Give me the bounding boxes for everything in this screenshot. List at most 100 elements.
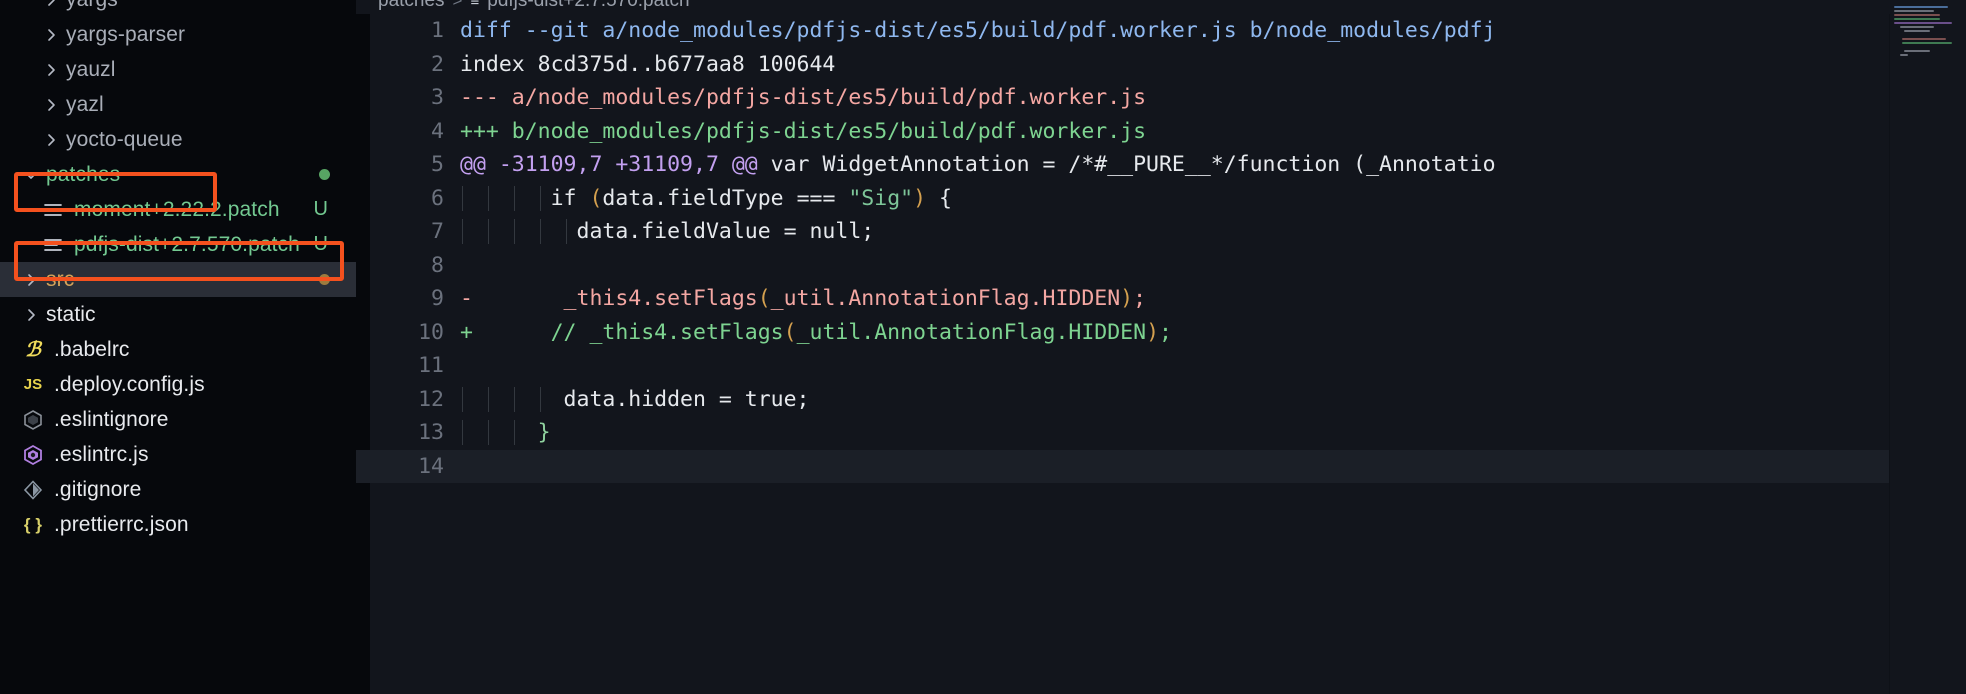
tree-item-yargs-parser[interactable]: yargs-parser xyxy=(0,17,356,52)
code-line-content[interactable]: data.fieldValue = null; xyxy=(460,219,1966,245)
code-text: data.hidden = true; xyxy=(460,387,810,412)
chevron-right-icon[interactable] xyxy=(40,24,62,46)
code-line[interactable]: 10 + // _this4.setFlags(_util.AnnotationF… xyxy=(356,316,1966,350)
code-token: data.fieldValue = null; xyxy=(460,219,875,245)
line-number: 4 xyxy=(431,118,444,144)
tree-item--eslintrc-js[interactable]: .eslintrc.js xyxy=(0,437,356,472)
tree-item-pdfjs-dist-2-7-570-patch[interactable]: pdfjs-dist+2.7.570.patch U xyxy=(0,227,356,262)
git-status-badge: U xyxy=(313,233,328,255)
code-token: _this4.setFlags xyxy=(460,286,758,312)
tree-item-moment-2-22-2-patch[interactable]: moment+2.22.2.patch U xyxy=(0,192,356,227)
minimap[interactable] xyxy=(1890,0,1966,694)
tree-item-label: .deploy.config.js xyxy=(54,372,205,396)
minimap-line xyxy=(1900,54,1908,56)
code-token: "Sig" xyxy=(848,185,914,211)
minimap-line xyxy=(1904,50,1930,52)
code-line-content[interactable]: @@ -31109,7 +31109,7 @@ var WidgetAnnota… xyxy=(460,152,1966,177)
minimap-line xyxy=(1902,38,1946,40)
code-line[interactable]: 8 xyxy=(356,249,1966,283)
line-number: 7 xyxy=(431,219,444,245)
code-line[interactable]: 14 xyxy=(356,449,1966,483)
chevron-right-icon[interactable] xyxy=(40,0,62,11)
code-line[interactable]: 5 @@ -31109,7 +31109,7 @@ var WidgetAnnot… xyxy=(356,148,1966,182)
code-line[interactable]: 2 index 8cd375d..b677aa8 100644 xyxy=(356,48,1966,82)
code-editor-lines[interactable]: 1 diff --git a/node_modules/pdfjs-dist/es… xyxy=(356,14,1966,694)
code-token: data.hidden = true; xyxy=(460,386,810,412)
minimap-line xyxy=(1894,6,1948,8)
code-token: if xyxy=(460,185,590,211)
file-tree[interactable]: yargs yargs-parser yauzl yazl yocto-queue pat… xyxy=(0,0,356,542)
code-line-content[interactable]: + // _this4.setFlags(_util.AnnotationFla… xyxy=(460,320,1966,345)
code-line[interactable]: 4 +++ b/node_modules/pdfjs-dist/es5/build… xyxy=(356,115,1966,149)
tree-item--gitignore[interactable]: .gitignore xyxy=(0,472,356,507)
tree-item-static[interactable]: static xyxy=(0,297,356,332)
minimap-line xyxy=(1900,26,1934,28)
code-text: @@ -31109,7 +31109,7 @@ var WidgetAnnota… xyxy=(460,152,1496,177)
code-line[interactable]: 1 diff --git a/node_modules/pdfjs-dist/es… xyxy=(356,14,1966,48)
tree-item--prettierrc-json[interactable]: { } .prettierrc.json xyxy=(0,507,356,542)
code-line-content[interactable]: --- a/node_modules/pdfjs-dist/es5/build/… xyxy=(460,85,1966,110)
chevron-right-icon[interactable] xyxy=(40,129,62,151)
line-number: 13 xyxy=(418,420,444,446)
line-number: 12 xyxy=(418,386,444,412)
tree-item-src[interactable]: src xyxy=(0,262,356,297)
tree-item-label: yazl xyxy=(66,92,104,116)
chevron-right-icon[interactable] xyxy=(40,94,62,116)
minimap-line xyxy=(1902,42,1952,44)
code-token: ; xyxy=(1159,319,1172,345)
tree-item-label: static xyxy=(46,302,96,326)
chevron-right-icon[interactable] xyxy=(40,59,62,81)
tree-item-yargs[interactable]: yargs xyxy=(0,0,356,17)
minimap-line xyxy=(1894,14,1940,16)
file-explorer-sidebar[interactable]: yargs yargs-parser yauzl yazl yocto-queue pat… xyxy=(0,0,356,694)
code-line-content[interactable]: data.hidden = true; xyxy=(460,386,1966,412)
tree-item-label: yauzl xyxy=(66,57,116,81)
code-line[interactable]: 9 - _this4.setFlags(_util.AnnotationFlag.… xyxy=(356,282,1966,316)
line-number: 2 xyxy=(431,51,444,77)
code-line-content[interactable]: +++ b/node_modules/pdfjs-dist/es5/build/… xyxy=(460,119,1966,144)
code-line[interactable]: 6 if (data.fieldType === "Sig") { xyxy=(356,182,1966,216)
tree-item-yocto-queue[interactable]: yocto-queue xyxy=(0,122,356,157)
code-text: +++ b/node_modules/pdfjs-dist/es5/build/… xyxy=(460,119,1146,144)
file-type-icon xyxy=(20,443,46,467)
code-line-content[interactable]: index 8cd375d..b677aa8 100644 xyxy=(460,52,1966,77)
code-text: diff --git a/node_modules/pdfjs-dist/es5… xyxy=(460,18,1496,43)
code-line[interactable]: 3 --- a/node_modules/pdfjs-dist/es5/build… xyxy=(356,81,1966,115)
code-line[interactable]: 11 xyxy=(356,349,1966,383)
chevron-right-icon[interactable] xyxy=(20,269,42,291)
chevron-down-icon[interactable] xyxy=(20,164,42,186)
line-number: 6 xyxy=(431,185,444,211)
code-line[interactable]: 12 data.hidden = true; xyxy=(356,383,1966,417)
line-number: 10 xyxy=(418,319,444,345)
editor-pane[interactable]: patches > ≡ pdfjs-dist+2.7.570.patch 1 di… xyxy=(356,0,1966,694)
code-line[interactable]: 7 data.fieldValue = null; xyxy=(356,215,1966,249)
file-type-icon xyxy=(20,408,46,432)
tree-item--deploy-config-js[interactable]: JS .deploy.config.js xyxy=(0,367,356,402)
tree-item-label: moment+2.22.2.patch xyxy=(74,197,280,221)
tree-item-yazl[interactable]: yazl xyxy=(0,87,356,122)
breadcrumb-file[interactable]: pdfjs-dist+2.7.570.patch xyxy=(487,0,689,12)
code-token: ) xyxy=(913,185,927,211)
minimap-line xyxy=(1894,22,1952,24)
code-line-content[interactable]: } xyxy=(460,420,1966,446)
tree-item-label: .prettierrc.json xyxy=(54,512,189,536)
tree-item-label: patches xyxy=(46,162,121,186)
tree-item--babelrc[interactable]: ℬ .babelrc xyxy=(0,332,356,367)
tree-item-patches[interactable]: patches xyxy=(0,157,356,192)
code-token: { xyxy=(926,185,952,211)
tree-item--eslintignore[interactable]: .eslintignore xyxy=(0,402,356,437)
breadcrumb-separator-icon: > xyxy=(452,0,463,10)
line-number: 1 xyxy=(431,18,444,44)
code-line-content[interactable]: if (data.fieldType === "Sig") { xyxy=(460,185,1966,211)
tree-item-yauzl[interactable]: yauzl xyxy=(0,52,356,87)
code-line-content[interactable]: diff --git a/node_modules/pdfjs-dist/es5… xyxy=(460,18,1966,43)
code-token: data.fieldType === xyxy=(602,185,849,211)
code-line-content[interactable]: - _this4.setFlags(_util.AnnotationFlag.H… xyxy=(460,286,1966,311)
breadcrumb-folder[interactable]: patches xyxy=(378,0,445,12)
chevron-right-icon[interactable] xyxy=(20,304,42,326)
code-token: } xyxy=(537,420,551,446)
tree-item-label: yargs xyxy=(66,0,118,12)
code-line[interactable]: 13 } xyxy=(356,416,1966,450)
breadcrumb[interactable]: patches > ≡ pdfjs-dist+2.7.570.patch xyxy=(356,0,1966,14)
